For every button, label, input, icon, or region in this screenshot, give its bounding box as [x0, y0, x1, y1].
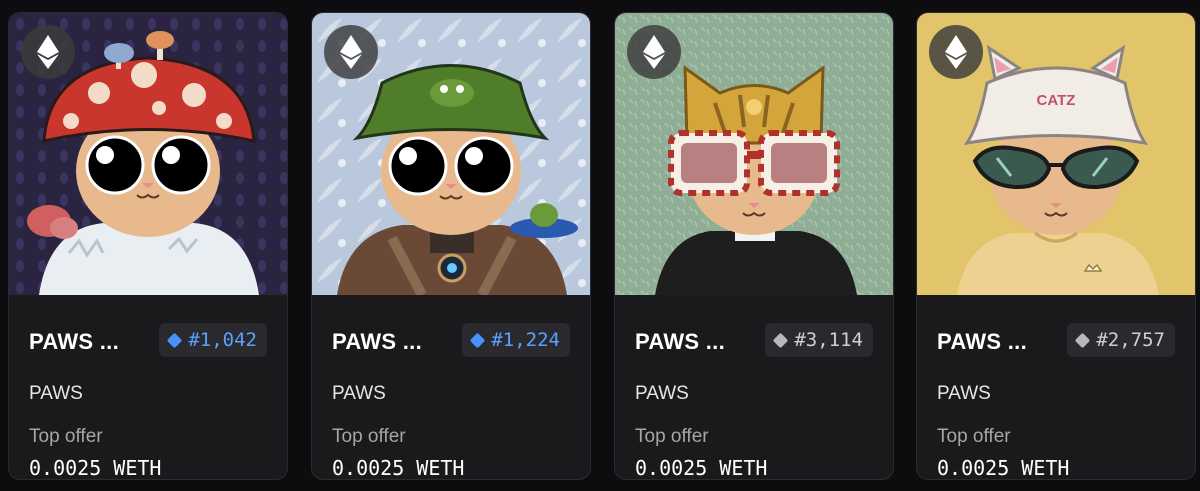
top-offer-value: 0.0025 WETH	[937, 456, 1070, 480]
nft-name[interactable]: PAWS ...	[332, 329, 422, 355]
top-offer-value: 0.0025 WETH	[332, 456, 465, 480]
hat-text: CATZ	[1037, 92, 1076, 109]
nft-card[interactable]: CATZ PAWS ... #2,757 PAWS Top offer 0.00…	[916, 12, 1196, 480]
rarity-diamond-icon	[1075, 332, 1091, 348]
rarity-rank: #3,114	[794, 329, 863, 351]
nft-card-grid: PAWS ... #1,042 PAWS Top offer 0.0025 WE…	[0, 0, 1200, 491]
top-offer-label: Top offer	[937, 426, 1011, 447]
rarity-diamond-icon	[470, 332, 486, 348]
top-offer-label: Top offer	[332, 426, 406, 447]
ethereum-icon	[324, 25, 378, 79]
nft-card-info: PAWS ... #3,114 PAWS Top offer 0.0025 WE…	[615, 295, 893, 479]
top-offer-value: 0.0025 WETH	[635, 456, 768, 480]
nft-name[interactable]: PAWS ...	[29, 329, 119, 355]
top-offer-label: Top offer	[635, 426, 709, 447]
ethereum-icon	[929, 25, 983, 79]
rarity-diamond-icon	[773, 332, 789, 348]
rarity-rank: #1,042	[188, 329, 257, 351]
nft-card[interactable]: PAWS ... #1,042 PAWS Top offer 0.0025 WE…	[8, 12, 288, 480]
ethereum-icon	[627, 25, 681, 79]
nft-card-info: PAWS ... #1,042 PAWS Top offer 0.0025 WE…	[9, 295, 287, 479]
collection-name: PAWS	[937, 383, 991, 404]
nft-image[interactable]: CATZ	[917, 13, 1195, 295]
rarity-rank-badge[interactable]: #2,757	[1067, 323, 1175, 357]
ethereum-icon	[21, 25, 75, 79]
nft-card[interactable]: PAWS ... #3,114 PAWS Top offer 0.0025 WE…	[614, 12, 894, 480]
rarity-rank-badge[interactable]: #3,114	[765, 323, 873, 357]
nft-name[interactable]: PAWS ...	[937, 329, 1027, 355]
collection-name: PAWS	[635, 383, 689, 404]
rarity-diamond-icon	[167, 332, 183, 348]
nft-card-info: PAWS ... #2,757 PAWS Top offer 0.0025 WE…	[917, 295, 1195, 479]
collection-name: PAWS	[332, 383, 386, 404]
collection-name: PAWS	[29, 383, 83, 404]
nft-card[interactable]: PAWS ... #1,224 PAWS Top offer 0.0025 WE…	[311, 12, 591, 480]
rarity-rank-badge[interactable]: #1,224	[462, 323, 570, 357]
top-offer-label: Top offer	[29, 426, 103, 447]
rarity-rank-badge[interactable]: #1,042	[159, 323, 267, 357]
rarity-rank: #2,757	[1096, 329, 1165, 351]
nft-card-info: PAWS ... #1,224 PAWS Top offer 0.0025 WE…	[312, 295, 590, 479]
nft-name[interactable]: PAWS ...	[635, 329, 725, 355]
nft-image[interactable]	[9, 13, 287, 295]
nft-image[interactable]	[312, 13, 590, 295]
rarity-rank: #1,224	[491, 329, 560, 351]
nft-image[interactable]	[615, 13, 893, 295]
top-offer-value: 0.0025 WETH	[29, 456, 162, 480]
